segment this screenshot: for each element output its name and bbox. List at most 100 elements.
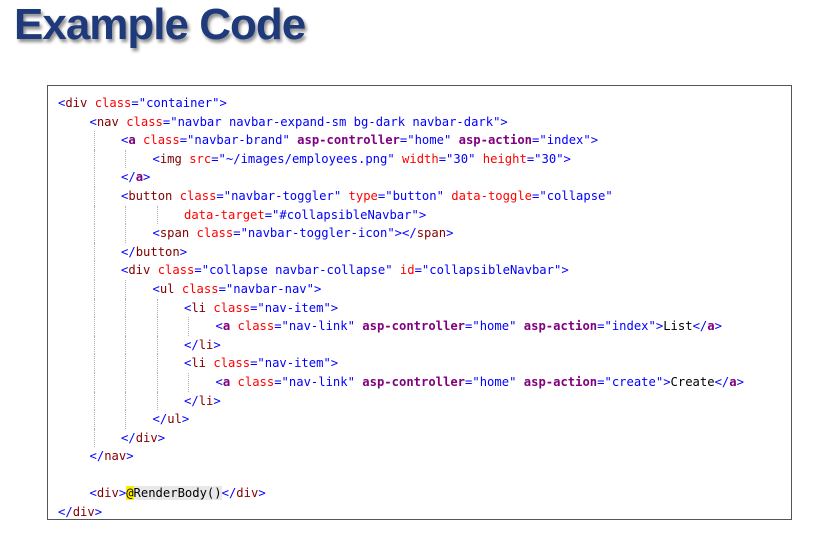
- code-token: =": [194, 263, 210, 278]
- code-line-content: <img src="~/images/employees.png" width=…: [58, 152, 571, 166]
- code-line-content: <div class="container">: [58, 96, 227, 110]
- code-token: <: [89, 486, 97, 501]
- code-token: ul: [159, 281, 175, 296]
- code-token: =": [274, 319, 289, 334]
- code-token: =": [465, 319, 480, 334]
- code-token: width: [402, 151, 439, 166]
- code-token: container: [146, 96, 213, 110]
- code-line-content: <a class="navbar-brand" asp-controller="…: [58, 133, 598, 147]
- code-token: class: [143, 133, 180, 148]
- code-line: data-target="#collapsibleNavbar">: [58, 205, 744, 225]
- code-token: =": [526, 151, 542, 166]
- code-token: img: [159, 151, 182, 166]
- indent-guide: [93, 298, 95, 318]
- code-token: =": [377, 188, 393, 203]
- code-line: </li>: [58, 391, 744, 411]
- code-line-content: <ul class="navbar-nav">: [58, 281, 322, 296]
- code-token: </: [184, 393, 199, 408]
- indent-guide: [156, 354, 158, 373]
- code-token: home: [414, 133, 444, 148]
- code-line: <img src="~/images/employees.png" width=…: [58, 149, 744, 169]
- code-token: =": [211, 151, 226, 166]
- code-token: navbar navbar-expand-sm bg-dark navbar-d…: [177, 114, 494, 129]
- code-line: <ul class="navbar-nav">: [58, 279, 744, 299]
- code-token: >: [126, 449, 134, 464]
- code-token: =": [414, 263, 430, 278]
- code-token: collapse: [546, 188, 606, 203]
- code-token: =": [131, 96, 147, 110]
- code-line: <li class="nav-item">: [58, 298, 744, 318]
- code-token: class: [126, 114, 163, 129]
- code-token: <: [152, 151, 160, 166]
- slide-title: Example Code: [14, 0, 306, 49]
- indent-guide: [125, 298, 126, 318]
- code-token: </: [89, 449, 105, 464]
- code-token: class: [157, 263, 195, 278]
- code-line-content: <li class="nav-item">: [58, 301, 338, 315]
- code-token: navbar-toggler-icon: [247, 226, 388, 241]
- code-token: =": [597, 319, 612, 334]
- code-line: <span class="navbar-toggler-icon"></span…: [58, 224, 744, 243]
- code-token: <: [89, 114, 97, 129]
- code-token: </: [121, 430, 136, 445]
- code-token: =": [233, 226, 248, 241]
- code-token: >: [213, 393, 221, 408]
- code-token: class: [179, 188, 217, 203]
- code-token: >: [157, 430, 166, 445]
- indent-guide: [125, 391, 126, 411]
- code-token: =": [532, 188, 547, 203]
- code-token: a: [128, 133, 136, 148]
- code-line-content: <nav class="navbar navbar-expand-sm bg-d…: [58, 115, 508, 129]
- code-token: RenderBody(): [133, 486, 222, 501]
- indent-guide: [93, 261, 95, 280]
- code-token: li: [198, 393, 214, 408]
- indent-guide: [156, 372, 158, 392]
- indent-guide: [93, 354, 95, 373]
- code-line: </li>: [58, 335, 744, 355]
- code-token: class: [237, 319, 275, 334]
- code-token: button: [135, 244, 180, 259]
- code-token: nav-link: [288, 319, 348, 334]
- code-token: =": [597, 374, 612, 389]
- code-token: ">: [212, 96, 227, 110]
- indent-guide: [93, 335, 95, 355]
- code-token: span: [159, 226, 190, 241]
- code-token: >: [446, 226, 454, 241]
- code-token: class: [213, 300, 251, 315]
- code-token: height: [482, 151, 527, 166]
- code-body: <div class="container"> <nav class="navba…: [58, 94, 744, 520]
- code-line: </a>: [58, 168, 744, 187]
- indent-guide: [156, 335, 158, 355]
- code-token: ": [347, 374, 355, 389]
- code-token: div: [72, 505, 95, 520]
- indent-guide: [93, 168, 95, 187]
- indent-guide: [93, 391, 95, 411]
- code-token: ">: [323, 300, 339, 315]
- code-token: ">: [655, 374, 671, 389]
- indent-guide: [156, 298, 158, 318]
- code-token: li: [198, 337, 214, 352]
- indent-guide: [125, 149, 126, 169]
- code-line: </nav>: [58, 447, 744, 466]
- indent-guide: [93, 279, 95, 299]
- code-token: asp-action: [523, 319, 598, 334]
- code-token: id: [399, 263, 415, 278]
- code-token: create: [611, 374, 656, 389]
- code-token: </: [714, 374, 730, 389]
- indent-guide: [125, 224, 126, 243]
- code-token: ">: [323, 356, 339, 371]
- code-token: nav-item: [264, 300, 324, 315]
- code-token: </: [152, 412, 168, 427]
- code-token: </: [692, 319, 708, 334]
- code-line-content: <a class="nav-link" asp-controller="home…: [58, 319, 722, 333]
